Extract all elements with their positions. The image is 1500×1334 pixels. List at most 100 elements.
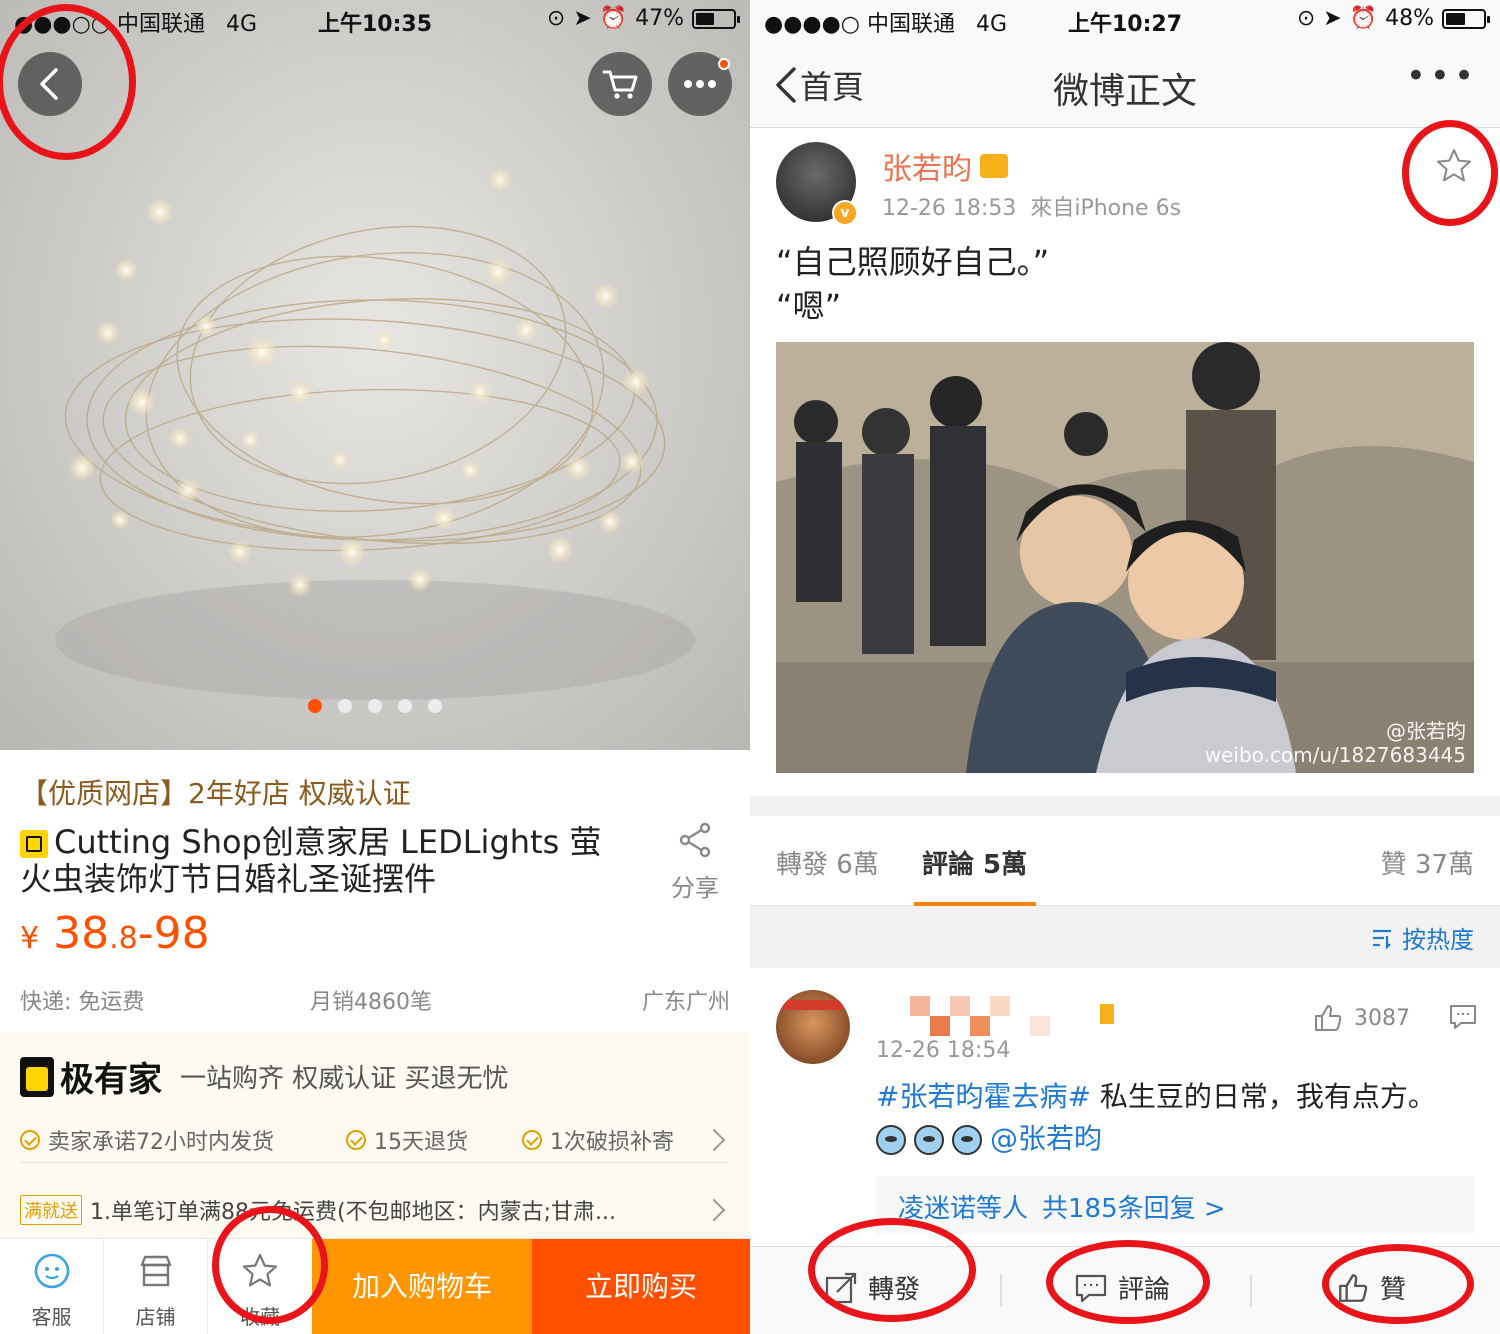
- comment-button[interactable]: 評論: [1074, 1269, 1170, 1306]
- ship-from-location: 广东广州: [641, 990, 730, 1015]
- chevron-right-icon[interactable]: [702, 1128, 726, 1152]
- sort-by-hot-button[interactable]: 按热度: [1370, 920, 1474, 955]
- price: ¥ 38.8-98: [20, 908, 210, 959]
- customer-service-button[interactable]: 客服: [0, 1239, 104, 1334]
- rotation-lock-icon: ⊙: [546, 6, 566, 31]
- shopping-cart-icon: [602, 70, 638, 99]
- member-crown-icon: [980, 154, 1008, 178]
- thumbs-up-icon: [1339, 1273, 1368, 1302]
- post-photo: [776, 342, 1474, 773]
- avatar[interactable]: v: [776, 142, 858, 226]
- divider: [20, 1162, 730, 1163]
- notification-dot: [718, 58, 730, 70]
- customer-service-icon: [34, 1253, 69, 1289]
- star-outline-icon: [242, 1253, 278, 1287]
- repost-icon: [825, 1272, 857, 1303]
- alarm-icon: ⏰: [599, 6, 628, 31]
- emoji-icon: [914, 1125, 944, 1155]
- rotation-lock-icon: ⊙: [1296, 6, 1316, 31]
- tab-likes[interactable]: 贊 37萬: [1381, 844, 1474, 881]
- price-range-end: -98: [137, 908, 210, 959]
- currency-symbol: ¥: [20, 921, 40, 956]
- tab-reposts[interactable]: 轉發 6萬: [776, 844, 879, 881]
- page-title: 微博正文: [1052, 71, 1197, 112]
- image-watermark: @张若昀 weibo.com/u/1827683445: [1204, 719, 1466, 767]
- sort-icon: [1373, 929, 1391, 950]
- back-button[interactable]: [18, 52, 82, 116]
- comment-like-button[interactable]: 3087: [1312, 1002, 1410, 1034]
- add-to-cart-button[interactable]: 加入购物车: [312, 1239, 532, 1334]
- post-text-line: “嗯”: [776, 287, 842, 325]
- post-image[interactable]: @张若昀 weibo.com/u/1827683445: [776, 342, 1474, 773]
- battery-icon: [692, 8, 740, 29]
- share-icon: [679, 822, 711, 858]
- monthly-sales: 月销4860笔: [310, 990, 432, 1015]
- post-username[interactable]: 张若昀: [882, 144, 972, 188]
- favorite-button[interactable]: [1434, 146, 1474, 190]
- carousel-dot[interactable]: [398, 699, 412, 713]
- commenter-avatar[interactable]: [776, 990, 850, 1064]
- post-text: “自己照顾好自己。” “嗯”: [776, 240, 1049, 328]
- divider: [1250, 1275, 1252, 1307]
- replies-summary[interactable]: 凌迷诺等人 共185条回复 >: [876, 1176, 1474, 1234]
- thumbs-up-icon: [1315, 1005, 1342, 1031]
- favorite-button[interactable]: 收藏: [208, 1239, 312, 1334]
- emoji-icon: [952, 1125, 982, 1155]
- post-text-line: “自己照顾好自己。”: [776, 243, 1050, 281]
- status-bar: ●●●○○ 中国联通 4G 上午10:35 ⊙ ➤ ⏰ 47%: [0, 0, 750, 40]
- carousel-dot[interactable]: [338, 699, 352, 713]
- screenshot-root: ●●●○○ 中国联通 4G 上午10:35 ⊙ ➤ ⏰ 47% 【优质网店】2年…: [0, 0, 1500, 1334]
- tab-comments[interactable]: 評論 5萬: [922, 844, 1027, 881]
- product-page: ●●●○○ 中国联通 4G 上午10:35 ⊙ ➤ ⏰ 47% 【优质网店】2年…: [0, 0, 750, 1334]
- comment-bubble-icon: [1075, 1274, 1107, 1302]
- store-button[interactable]: 店铺: [104, 1239, 208, 1334]
- alarm-icon: ⏰: [1349, 6, 1378, 31]
- comment-text: #张若昀霍去病# 私生豆的日常，我有点方。 @张若昀: [876, 1080, 1436, 1155]
- brand-logo-icon: [20, 1056, 54, 1097]
- carousel-dot[interactable]: [428, 699, 442, 713]
- location-arrow-icon: ➤: [573, 6, 592, 31]
- status-bar: ●●●●○ 中国联通 4G 上午10:27 ⊙ ➤ ⏰ 48%: [750, 0, 1500, 40]
- weibo-post-page: ●●●●○ 中国联通 4G 上午10:27 ⊙ ➤ ⏰ 48% 首頁 微博正文 …: [750, 0, 1500, 1334]
- post-action-bar: 轉發 評論 贊: [750, 1246, 1500, 1334]
- more-menu-button[interactable]: •••: [1406, 56, 1478, 96]
- check-circle-icon: [20, 1130, 40, 1150]
- shipping-fee: 快递: 免运费: [20, 990, 145, 1015]
- comment-time: 12-26 18:54: [876, 1038, 1011, 1063]
- product-action-bar: 客服 店铺 收藏 加入购物车 立即购买: [0, 1238, 750, 1334]
- product-image-carousel[interactable]: [0, 0, 750, 750]
- cart-button[interactable]: [588, 52, 652, 116]
- battery-percent: 48%: [1385, 6, 1434, 31]
- promo-text: 1.单笔订单满88元免运费(不包邮地区：内蒙古;甘肃...: [90, 1200, 616, 1225]
- post-card: v 张若昀 12-26 18:53 來自iPhone 6s “自己照顾好自己。”…: [750, 128, 1500, 796]
- price-main: 38: [53, 908, 110, 959]
- promise-item: 卖家承诺72小时内发货: [20, 1124, 274, 1156]
- more-menu-button[interactable]: [668, 52, 732, 116]
- sort-bar: 按热度: [750, 906, 1500, 968]
- post-source: 來自iPhone 6s: [1030, 196, 1182, 221]
- promotion-row[interactable]: 满就送 1.单笔订单满88元免运费(不包邮地区：内蒙古;甘肃...: [20, 1194, 616, 1226]
- chevron-left-icon: [40, 68, 58, 100]
- check-circle-icon: [522, 1130, 542, 1150]
- navigation-bar: ●●●●○ 中国联通 4G 上午10:27 ⊙ ➤ ⏰ 48% 首頁 微博正文 …: [750, 0, 1500, 128]
- interaction-tabs: 轉發 6萬 評論 5萬 贊 37萬: [750, 816, 1500, 906]
- mention-link[interactable]: @张若昀: [990, 1122, 1102, 1155]
- buy-now-button[interactable]: 立即购买: [532, 1239, 750, 1334]
- reply-button[interactable]: [1448, 1002, 1478, 1036]
- comment-bubble-icon: [1450, 1005, 1476, 1029]
- carousel-dot[interactable]: [308, 699, 322, 713]
- hashtag-link[interactable]: #张若昀霍去病#: [876, 1080, 1091, 1113]
- repost-button[interactable]: 轉發: [824, 1269, 920, 1306]
- product-title: Cutting Shop创意家居 LEDLights 萤火虫装饰灯节日婚礼圣诞摆…: [20, 823, 602, 898]
- price-decimal: .8: [109, 921, 138, 956]
- post-time: 12-26 18:53: [882, 196, 1017, 221]
- like-button[interactable]: 贊: [1336, 1269, 1406, 1306]
- emoji-icon: [876, 1125, 906, 1155]
- promise-item: 1次破损补寄: [522, 1124, 674, 1156]
- share-button[interactable]: 分享: [660, 820, 730, 903]
- carousel-dot[interactable]: [368, 699, 382, 713]
- promo-tag: 满就送: [20, 1195, 82, 1225]
- shop-badge-icon: [20, 830, 48, 858]
- location-arrow-icon: ➤: [1323, 6, 1342, 31]
- check-circle-icon: [346, 1130, 366, 1150]
